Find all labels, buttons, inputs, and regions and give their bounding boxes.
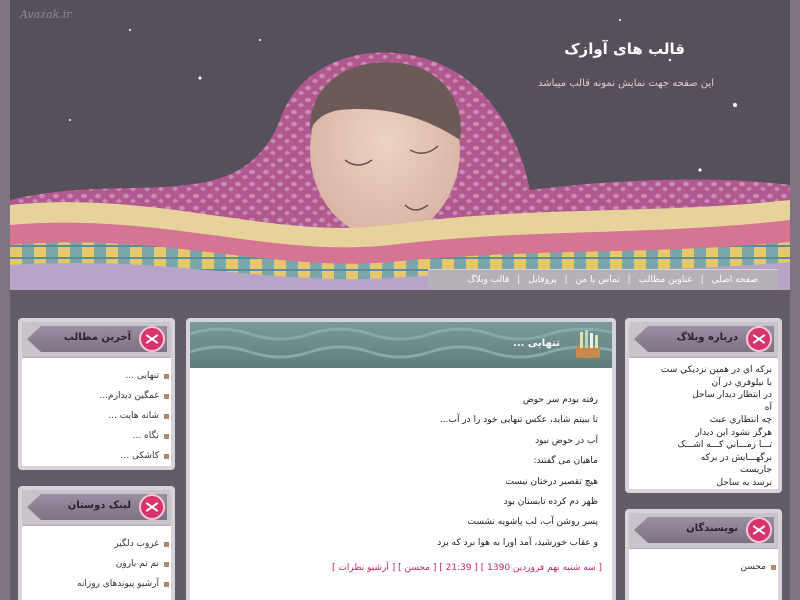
- list-item[interactable]: غمگین دیدارم...: [28, 386, 169, 406]
- flower-icon: [746, 326, 772, 352]
- nav-home[interactable]: صفحه اصلی: [704, 275, 766, 285]
- post-line: تا ببینم شاید، عکس تنهایی خود را در آب..…: [439, 415, 598, 426]
- header-banner: Avazak.ir قالب های آوازک این صفحه جهت نم…: [10, 0, 790, 290]
- authors-title: نویسندگان: [686, 523, 738, 534]
- list-item[interactable]: کاشکی ...: [28, 446, 169, 466]
- author-link[interactable]: محسن: [740, 562, 766, 572]
- about-line: آه: [764, 402, 772, 413]
- friend-link[interactable]: آرشیو پیوندهای روزانه: [77, 579, 159, 589]
- about-line: جاريست: [739, 465, 772, 475]
- about-blog-title: درباره وبلاگ: [676, 332, 738, 343]
- list-item[interactable]: نگاه ...: [28, 426, 169, 446]
- about-line: هرگز نشود اين ديدار: [695, 427, 772, 438]
- friend-link[interactable]: غروب دلگیر: [114, 539, 159, 549]
- list-item[interactable]: غروب دلگیر: [28, 534, 169, 554]
- authors-box: نویسندگان محسن: [625, 509, 782, 600]
- post-title[interactable]: تنهایی ...: [513, 338, 560, 349]
- about-blog-text: برکه اي در همين نزديکي ست با نيلوفري در …: [629, 358, 778, 495]
- about-line: تـــا زمـــاني کـــه اشـــک برگهـــايش د…: [677, 440, 772, 463]
- friends-links-list: غروب دلگیر نم نم بارون آرشیو پیوندهای رو…: [22, 526, 171, 600]
- list-item[interactable]: تنهایی ...: [28, 366, 169, 386]
- recent-posts-box: آخرین مطالب تنهایی ... غمگین دیدارم... ش…: [18, 318, 175, 470]
- about-line: برکه اي در همين نزديکي ست: [660, 365, 772, 375]
- recent-post-link[interactable]: کاشکی ...: [121, 451, 159, 461]
- box-header: درباره وبلاگ: [629, 322, 778, 358]
- recent-posts-list: تنهایی ... غمگین دیدارم... شانه هایت ...…: [22, 358, 171, 472]
- pencil-cup-icon: [576, 330, 600, 358]
- post-line: پسر روشن آب، لب پاشویه نشست: [467, 517, 598, 528]
- post-meta: [ سه شنبه نهم فروردین 1390 ] [ 21:39 ] […: [190, 553, 612, 573]
- site-description: این صفحه جهت نمایش نمونه قالب میباشد: [537, 78, 714, 89]
- post-line: هیچ تقصیر درختان نیست: [505, 476, 598, 487]
- authors-list: محسن: [629, 549, 778, 583]
- nav-profile[interactable]: پروفایل: [520, 275, 564, 285]
- friend-link[interactable]: نم نم بارون: [116, 559, 159, 569]
- nav-post-titles[interactable]: عناوین مطالب: [631, 275, 701, 285]
- about-line: در انتظار ديدار ساحل: [692, 390, 772, 400]
- post-card: تنهایی ... رفته بودم سر حوض تا ببینم شای…: [186, 318, 616, 600]
- flower-icon: [139, 326, 165, 352]
- nav-blog-template[interactable]: قالب وبلاگ: [460, 275, 518, 285]
- box-header: نویسندگان: [629, 513, 778, 549]
- site-logo[interactable]: Avazak.ir: [20, 8, 72, 21]
- post-line: آب در حوض نبود: [535, 435, 598, 446]
- about-blog-box: درباره وبلاگ برکه اي در همين نزديکي ست ب…: [625, 318, 782, 493]
- recent-post-link[interactable]: غمگین دیدارم...: [99, 391, 159, 401]
- site-title[interactable]: قالب های آوازک: [564, 40, 685, 58]
- box-header: لینک دوستان: [22, 490, 171, 526]
- list-item[interactable]: آرشیو پیوندهای روزانه: [28, 574, 169, 594]
- recent-post-link[interactable]: نگاه ...: [133, 431, 159, 441]
- friends-links-title: لینک دوستان: [67, 500, 131, 511]
- post-meta-link[interactable]: [ سه شنبه نهم فروردین 1390 ] [ 21:39 ] […: [332, 563, 602, 573]
- recent-posts-title: آخرین مطالب: [63, 332, 131, 343]
- friends-links-box: لینک دوستان غروب دلگیر نم نم بارون آرشیو…: [18, 486, 175, 600]
- post-line: و عقاب خورشید، آمد اورا به هوا برد که بر…: [437, 537, 598, 548]
- list-item[interactable]: نم نم بارون: [28, 554, 169, 574]
- box-header: آخرین مطالب: [22, 322, 171, 358]
- flower-icon: [139, 494, 165, 520]
- flower-icon: [746, 517, 772, 543]
- recent-post-link[interactable]: تنهایی ...: [125, 371, 159, 381]
- post-body: رفته بودم سر حوض تا ببینم شاید، عکس تنها…: [190, 368, 612, 553]
- list-item[interactable]: شانه هایت ...: [28, 406, 169, 426]
- post-line: رفته بودم سر حوض: [522, 395, 598, 405]
- post-line: ماهیان می گفتند:: [533, 456, 598, 467]
- post-header: تنهایی ...: [190, 322, 612, 368]
- about-line: چه انتظاري عبث: [709, 415, 772, 425]
- post-line: ظهر دم کرده تابستان بود: [503, 496, 598, 507]
- nav-contact[interactable]: تماس با من: [568, 275, 628, 285]
- main-nav: صفحه اصلی | عناوین مطالب | تماس با من | …: [428, 269, 778, 290]
- about-line: نرسد به ساحل: [716, 477, 772, 488]
- page: Avazak.ir قالب های آوازک این صفحه جهت نم…: [0, 0, 800, 600]
- about-line: با نيلوفري در آن: [711, 377, 772, 388]
- recent-post-link[interactable]: شانه هایت ...: [108, 411, 159, 421]
- list-item[interactable]: محسن: [635, 557, 776, 577]
